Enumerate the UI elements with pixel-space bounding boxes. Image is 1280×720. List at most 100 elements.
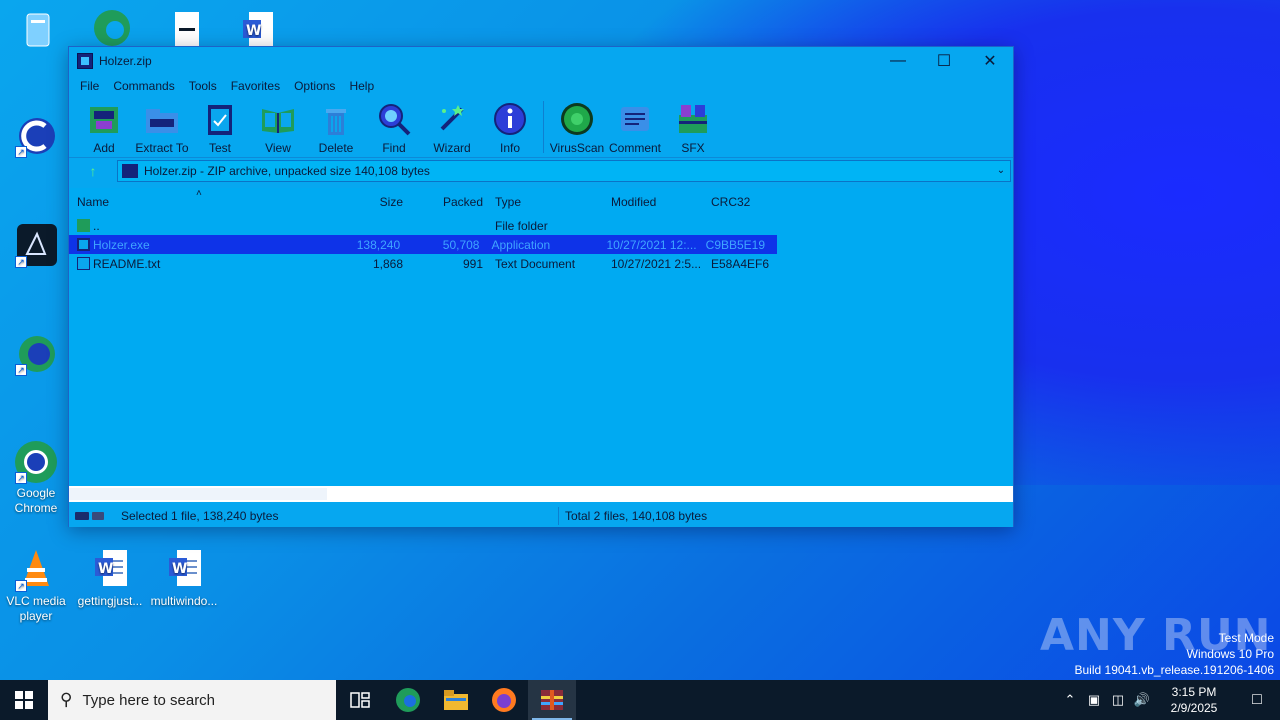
extract-icon bbox=[144, 101, 180, 137]
taskbar-edge-button[interactable] bbox=[384, 680, 432, 720]
row-name: .. bbox=[93, 218, 100, 233]
acrobat-icon: ↗ bbox=[13, 222, 59, 268]
desktop-icon-recycle-bin[interactable] bbox=[2, 8, 74, 56]
taskbar-clock[interactable]: 3:15 PM 2/9/2025 bbox=[1154, 684, 1234, 716]
status-selection: Selected 1 file, 138,240 bytes bbox=[121, 509, 279, 523]
up-folder-button[interactable]: ↑ bbox=[69, 163, 117, 179]
taskbar-winrar-button[interactable] bbox=[528, 680, 576, 720]
column-modified[interactable]: Modified bbox=[603, 195, 703, 209]
row-modified: 10/27/2021 2:5... bbox=[611, 256, 702, 271]
menu-file[interactable]: File bbox=[73, 79, 106, 93]
drive-icon[interactable] bbox=[75, 512, 89, 520]
word-document-icon: W bbox=[161, 546, 207, 592]
word-document-icon: W bbox=[87, 546, 133, 592]
column-type[interactable]: Type bbox=[483, 195, 603, 209]
status-total: Total 2 files, 140,108 bytes bbox=[565, 509, 708, 523]
row-type: Application bbox=[491, 237, 551, 252]
desktop-icon-word-1[interactable]: W gettingjust... bbox=[74, 546, 146, 609]
chrome-icon: ↗ bbox=[13, 438, 59, 484]
row-modified: 10/27/2021 12:... bbox=[606, 237, 697, 252]
column-size[interactable]: Size bbox=[329, 195, 403, 209]
sfx-label: SFX bbox=[681, 141, 705, 155]
extract-to-label: Extract To bbox=[135, 141, 189, 155]
desktop-icon-label: gettingjust... bbox=[77, 594, 143, 608]
extract-to-button[interactable]: Extract To bbox=[133, 101, 191, 155]
row-packed: 991 bbox=[462, 256, 483, 271]
info-label: Info bbox=[499, 141, 520, 155]
horizontal-scrollbar[interactable] bbox=[69, 486, 1013, 502]
delete-button[interactable]: Delete bbox=[307, 101, 365, 155]
toolbar-separator bbox=[543, 101, 544, 153]
security-icon[interactable]: ▣ bbox=[1082, 692, 1106, 708]
archive-path-text: Holzer.zip - ZIP archive, unpacked size … bbox=[144, 163, 430, 178]
magnifier-icon bbox=[376, 101, 412, 137]
virusscan-button[interactable]: VirusScan bbox=[548, 101, 606, 155]
find-label: Find bbox=[382, 141, 406, 155]
row-size: 138,240 bbox=[356, 237, 401, 252]
add-button[interactable]: Add bbox=[75, 101, 133, 155]
close-button[interactable]: ✕ bbox=[967, 47, 1013, 75]
column-packed[interactable]: Packed bbox=[403, 195, 483, 209]
test-button[interactable]: Test bbox=[191, 101, 249, 155]
title-bar[interactable]: Holzer.zip — ☐ ✕ bbox=[69, 47, 1013, 75]
taskbar-firefox-button[interactable] bbox=[480, 680, 528, 720]
desktop-icon-edge[interactable] bbox=[76, 4, 148, 52]
table-row-parent-folder[interactable]: .. File folder bbox=[69, 216, 1013, 235]
view-button[interactable]: View bbox=[249, 101, 307, 155]
row-crc32: C9BB5E19 bbox=[705, 237, 766, 252]
taskbar-file-explorer-button[interactable] bbox=[432, 680, 480, 720]
view-icon bbox=[260, 101, 296, 137]
volume-icon[interactable]: 🔊 bbox=[1130, 692, 1154, 708]
key-icon[interactable] bbox=[92, 512, 104, 520]
toolbar: Add Extract To Test View Delete Find Wiz… bbox=[69, 97, 1013, 157]
globe-icon: ↗ bbox=[13, 330, 59, 376]
column-crc32[interactable]: CRC32 bbox=[703, 195, 783, 209]
desktop-icon-globe-app[interactable]: ↗ bbox=[0, 330, 72, 378]
comment-button[interactable]: Comment bbox=[606, 101, 664, 155]
taskbar-search-box[interactable]: ⚲ Type here to search bbox=[48, 680, 336, 720]
row-type: File folder bbox=[495, 218, 548, 233]
desktop-icon-word-2[interactable]: W multiwindo... bbox=[148, 546, 220, 609]
wizard-button[interactable]: Wizard bbox=[423, 101, 481, 155]
chevron-up-icon[interactable]: ⌃ bbox=[1058, 692, 1082, 708]
sfx-button[interactable]: SFX bbox=[664, 101, 722, 155]
wand-icon bbox=[434, 101, 470, 137]
row-size: 1,868 bbox=[372, 256, 403, 271]
desktop-icon-vlc[interactable]: ↗ VLC media player bbox=[0, 546, 72, 624]
comment-icon bbox=[617, 101, 653, 137]
menu-commands[interactable]: Commands bbox=[106, 79, 181, 93]
network-icon[interactable]: ◫ bbox=[1106, 692, 1130, 708]
desktop-icon-label: VLC media player bbox=[6, 594, 66, 623]
virusscan-label: VirusScan bbox=[549, 141, 605, 155]
desktop-icon-acrobat[interactable]: ↗ bbox=[0, 222, 72, 270]
status-bar: Selected 1 file, 138,240 bytes Total 2 f… bbox=[69, 505, 1013, 527]
menu-help[interactable]: Help bbox=[342, 79, 381, 93]
minimize-button[interactable]: — bbox=[875, 47, 921, 75]
wizard-label: Wizard bbox=[433, 141, 471, 155]
menu-tools[interactable]: Tools bbox=[182, 79, 224, 93]
menu-favorites[interactable]: Favorites bbox=[224, 79, 287, 93]
menu-options[interactable]: Options bbox=[287, 79, 342, 93]
start-button[interactable] bbox=[0, 680, 48, 720]
maximize-button[interactable]: ☐ bbox=[921, 47, 967, 75]
windows-icon bbox=[15, 691, 33, 709]
edge-icon bbox=[89, 4, 135, 50]
desktop-icon-label: multiwindo... bbox=[150, 594, 218, 608]
comment-label: Comment bbox=[608, 141, 661, 155]
task-view-button[interactable] bbox=[336, 680, 384, 720]
scrollbar-thumb[interactable] bbox=[69, 488, 327, 500]
table-row-selected[interactable]: Holzer.exe 138,240 50,708 Application 10… bbox=[69, 235, 777, 254]
window-title: Holzer.zip bbox=[99, 54, 152, 68]
sfx-icon bbox=[675, 101, 711, 137]
find-button[interactable]: Find bbox=[365, 101, 423, 155]
desktop-icon-google-chrome[interactable]: ↗ Google Chrome bbox=[0, 438, 72, 516]
notifications-icon[interactable]: □ bbox=[1234, 691, 1280, 709]
desktop-icon-ccleaner[interactable]: ↗ bbox=[0, 112, 72, 160]
table-row[interactable]: README.txt 1,868 991 Text Document 10/27… bbox=[69, 254, 1013, 273]
archive-path-field[interactable]: Holzer.zip - ZIP archive, unpacked size … bbox=[117, 159, 1011, 182]
chevron-down-icon[interactable]: ⌄ bbox=[992, 165, 1010, 176]
info-button[interactable]: Info bbox=[481, 101, 539, 155]
ccleaner-icon: ↗ bbox=[13, 112, 59, 158]
watermark-line-3: Build 19041.vb_release.191206-1406 bbox=[1074, 663, 1275, 677]
watermark-line-1: Test Mode bbox=[1218, 631, 1274, 645]
